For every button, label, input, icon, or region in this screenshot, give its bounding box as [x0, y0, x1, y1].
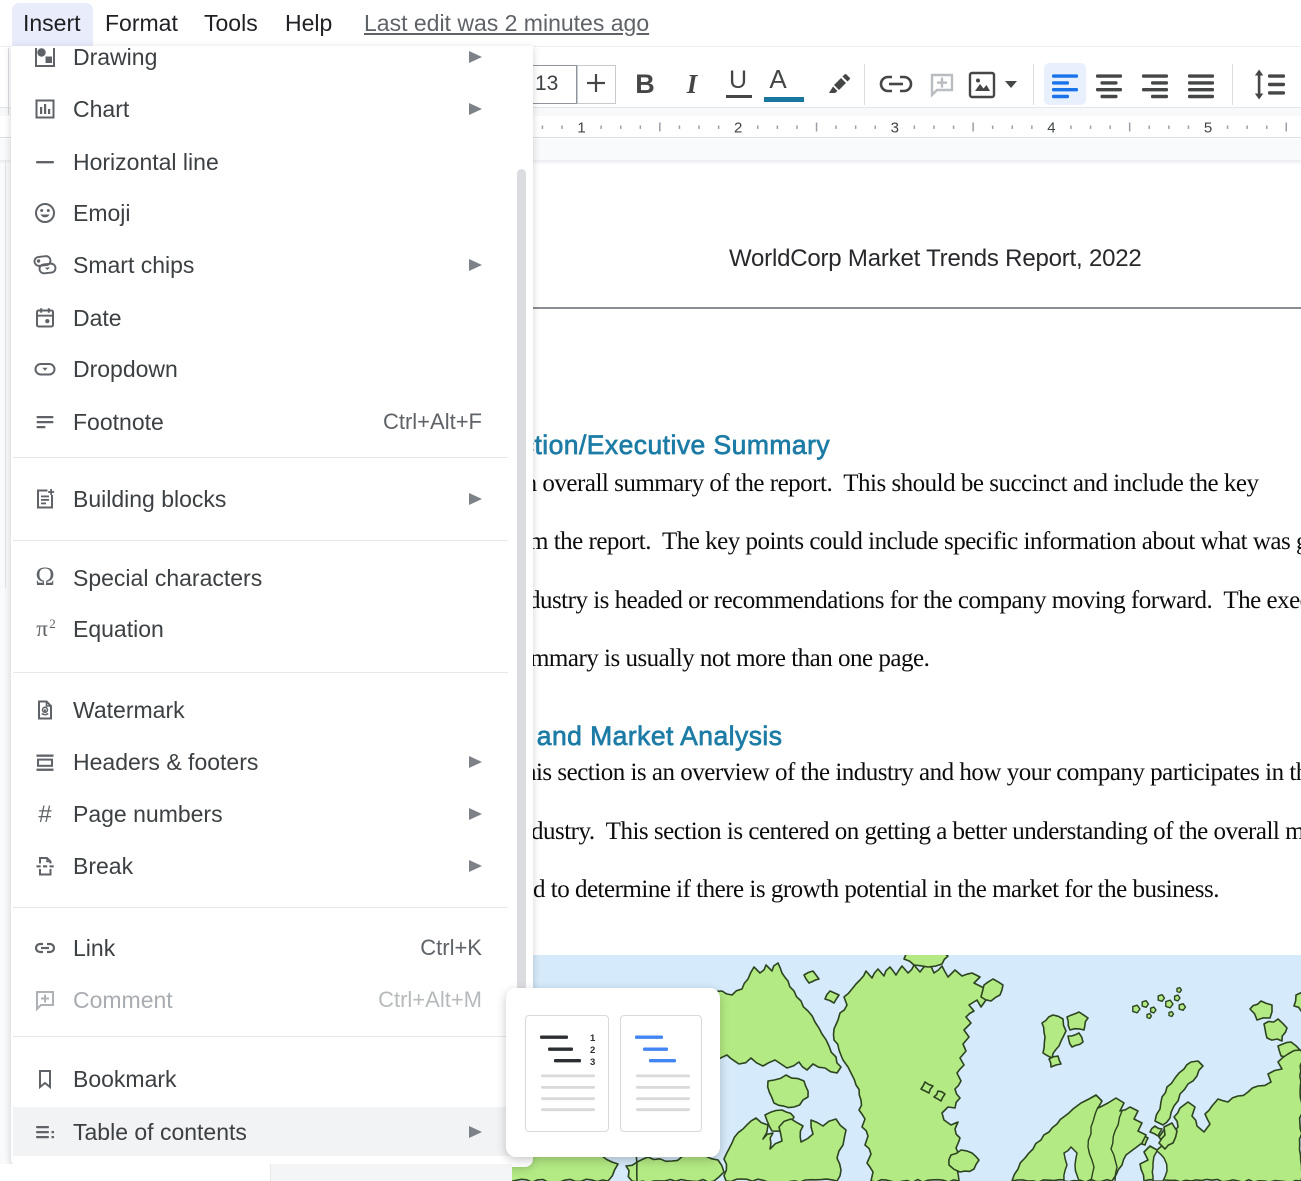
svg-text:3: 3 — [891, 120, 899, 137]
svg-text:1: 1 — [590, 1033, 596, 1044]
svg-text:Ω: Ω — [35, 566, 54, 590]
svg-text:π: π — [36, 617, 48, 641]
svg-text:4: 4 — [1047, 120, 1055, 137]
svg-text:2: 2 — [49, 617, 56, 631]
svg-text:2: 2 — [590, 1045, 595, 1056]
svg-text:2: 2 — [734, 120, 742, 137]
svg-text:#: # — [38, 802, 52, 826]
svg-text:1: 1 — [577, 120, 585, 137]
svg-text:3: 3 — [590, 1057, 595, 1068]
svg-text:5: 5 — [1204, 120, 1212, 137]
